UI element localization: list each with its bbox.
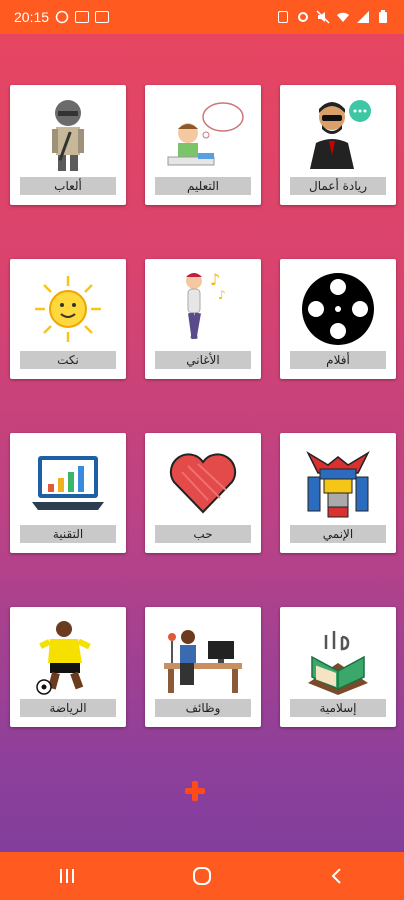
category-card-anime[interactable]: الإنمي <box>280 433 396 553</box>
home-button[interactable] <box>172 856 232 896</box>
back-icon <box>331 868 341 884</box>
category-card-movies[interactable]: أفلام <box>280 259 396 379</box>
category-card-jokes[interactable]: نكت <box>10 259 126 379</box>
category-card-education[interactable]: التعليم <box>145 85 261 205</box>
svg-text:♪: ♪ <box>218 288 226 302</box>
category-label: الرياضة <box>20 699 116 717</box>
category-card-jobs[interactable]: وظائف <box>145 607 261 727</box>
category-card-islamic[interactable]: إسلامية <box>280 607 396 727</box>
film-reel-icon <box>288 265 388 353</box>
status-bar: 20:15 <box>0 0 404 34</box>
whatsapp-icon <box>55 10 69 24</box>
youtube-icon <box>75 10 90 24</box>
category-card-technology[interactable]: التقنية <box>10 433 126 553</box>
sun-icon <box>18 265 118 353</box>
category-card-sports[interactable]: الرياضة <box>10 607 126 727</box>
office-worker-icon <box>153 613 253 701</box>
category-label: أفلام <box>290 351 386 369</box>
status-time: 20:15 <box>14 9 50 25</box>
signal-icon <box>356 10 370 24</box>
add-button[interactable] <box>182 778 208 804</box>
category-label: وظائف <box>155 699 251 717</box>
category-label: إسلامية <box>290 699 386 717</box>
category-label: الأغاني <box>155 351 251 369</box>
football-player-icon <box>18 613 118 701</box>
category-label: حب <box>155 525 251 543</box>
category-card-entrepreneurship[interactable]: ريادة أعمال <box>280 85 396 205</box>
wifi-icon <box>336 10 350 24</box>
category-label: التقنية <box>20 525 116 543</box>
quran-icon <box>288 613 388 701</box>
laptop-chart-icon <box>18 439 118 527</box>
mute-icon <box>316 10 330 24</box>
home-icon <box>192 867 211 885</box>
category-label: نكت <box>20 351 116 369</box>
alarm-icon <box>276 10 290 24</box>
category-label: التعليم <box>155 177 251 195</box>
svg-text:♪: ♪ <box>210 270 220 289</box>
settings-icon <box>296 10 310 24</box>
recent-apps-icon <box>60 869 75 883</box>
recent-apps-button[interactable] <box>37 856 97 896</box>
student-thinking-icon <box>153 91 253 179</box>
app-icon <box>95 10 110 24</box>
category-grid: ألعاب التعليم ريادة أعمال نكت ♪ ♪ الأغان… <box>10 85 396 727</box>
battery-icon <box>376 10 390 24</box>
businessman-icon <box>288 91 388 179</box>
category-label: الإنمي <box>290 525 386 543</box>
singing-person-icon: ♪ ♪ <box>153 265 253 353</box>
robot-icon <box>288 439 388 527</box>
soldier-icon <box>18 91 118 179</box>
category-label: ألعاب <box>20 177 116 195</box>
back-button[interactable] <box>307 856 367 896</box>
heart-icon <box>153 439 253 527</box>
category-label: ريادة أعمال <box>290 177 386 195</box>
category-card-love[interactable]: حب <box>145 433 261 553</box>
plus-icon <box>185 781 205 801</box>
navigation-bar <box>0 852 404 900</box>
category-card-songs[interactable]: ♪ ♪ الأغاني <box>145 259 261 379</box>
category-card-games[interactable]: ألعاب <box>10 85 126 205</box>
